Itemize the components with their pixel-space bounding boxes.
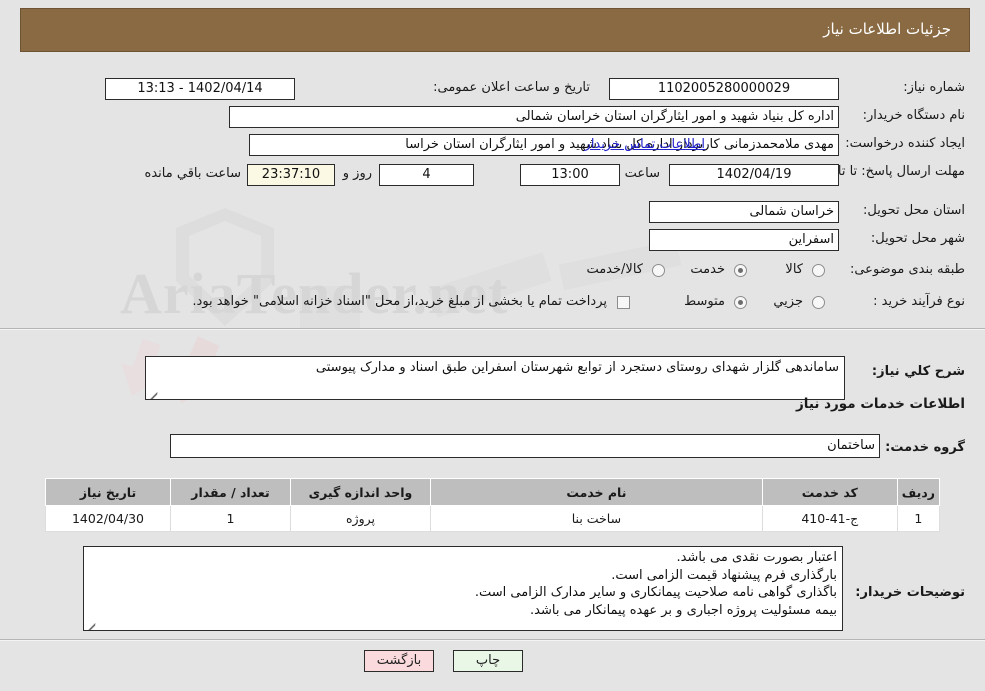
label-request-creator: ایجاد کننده درخواست: [845, 136, 965, 151]
section-divider-1 [0, 328, 985, 330]
services-table: ردیف کد خدمت نام خدمت واحد اندازه گیری ت… [45, 478, 941, 532]
table-row: 1 ج-41-410 ساخت بنا پروژه 1 1402/04/30 [45, 505, 941, 532]
label-delivery-province: استان محل تحویل: [863, 203, 965, 218]
page-title: جزئیات اطلاعات نیاز [823, 20, 951, 38]
label-delivery-city: شهر محل تحویل: [870, 231, 965, 246]
radio-category-khedmat-label: خدمت [690, 262, 725, 277]
label-buyer-org: نام دستگاه خریدار: [862, 108, 965, 123]
request-creator-value: مهدی ملامحمدزمانی کاربرداز اداره کل بنیا… [249, 134, 839, 156]
heading-required-services: اطلاعات خدمات مورد نیاز [795, 396, 965, 412]
resize-grip-icon[interactable] [86, 619, 96, 629]
th-need-date: تاریخ نیاز [45, 478, 171, 506]
cell-service-code: ج-41-410 [761, 505, 898, 532]
radio-process-motevaset[interactable] [734, 296, 747, 309]
buyer-contact-link[interactable]: اطلاعات تماس خریدار [585, 137, 705, 152]
cell-need-date: 1402/04/30 [45, 505, 171, 532]
resize-grip-icon[interactable] [148, 388, 158, 398]
deadline-date-value: 1402/04/19 [669, 164, 839, 186]
label-announce-datetime: تاریخ و ساعت اعلان عمومی: [433, 80, 590, 95]
checkbox-islamic-treasury-payment[interactable] [617, 296, 630, 309]
delivery-province-value: خراسان شمالی [649, 201, 839, 223]
table-header-row: ردیف کد خدمت نام خدمت واحد اندازه گیری ت… [45, 478, 941, 506]
cell-service-name: ساخت بنا [430, 505, 763, 532]
deadline-hour-value: 13:00 [520, 164, 620, 186]
need-number-value: 1102005280000029 [609, 78, 839, 100]
remaining-days-value: 4 [379, 164, 474, 186]
label-service-group: گروه خدمت: [885, 440, 965, 455]
th-service-code: کد خدمت [761, 478, 898, 506]
th-unit: واحد اندازه گیری [290, 478, 431, 506]
label-islamic-treasury-payment: پرداخت تمام یا بخشی از مبلغ خرید،از محل … [192, 294, 607, 309]
cell-quantity: 1 [170, 505, 291, 532]
label-response-deadline: مهلت ارسال پاسخ: تا تاریخ: [815, 164, 965, 179]
th-service-name: نام خدمت [430, 478, 763, 506]
label-buyer-notes: توضیحات خریدار: [855, 585, 965, 600]
buyer-note-line: اعتبار بصورت نقدی می باشد. [676, 550, 837, 565]
section-divider-2 [0, 639, 985, 641]
radio-process-jozei[interactable] [812, 296, 825, 309]
radio-process-motevaset-label: متوسط [684, 294, 725, 309]
buyer-note-line: باگذاری گواهی نامه صلاحیت پیمانکاری و سا… [474, 585, 837, 600]
radio-category-kala-khedmat[interactable] [652, 264, 665, 277]
cell-row-no: 1 [896, 505, 941, 532]
announce-datetime-value: 1402/04/14 - 13:13 [105, 78, 295, 100]
back-button[interactable]: بازگشت [364, 650, 434, 672]
th-row-no: ردیف [896, 478, 941, 506]
radio-category-khedmat[interactable] [734, 264, 747, 277]
countdown-timer-value: 23:37:10 [247, 164, 335, 186]
label-subject-category: طبقه بندی موضوعی: [849, 262, 965, 277]
label-hours-remaining: ساعت باقي مانده [144, 166, 241, 181]
radio-process-jozei-label: جزیي [773, 294, 803, 309]
window-title-bar: جزئیات اطلاعات نیاز [20, 8, 970, 52]
label-need-number: شماره نیاز: [903, 80, 965, 95]
cell-unit: پروژه [290, 505, 431, 532]
need-summary-textarea[interactable]: ساماندهی گلزار شهدای روستای دستجرد از تو… [145, 356, 845, 400]
label-need-summary: شرح کلي نیاز: [871, 364, 965, 379]
buyer-note-line: بارگذاری فرم پیشنهاد قیمت الزامی است. [611, 567, 837, 583]
radio-category-kala[interactable] [812, 264, 825, 277]
service-group-value: ساختمان [170, 434, 880, 458]
radio-category-kala-label: کالا [785, 262, 803, 277]
label-purchase-process-type: نوع فرآیند خرید : [873, 294, 965, 309]
delivery-city-value: اسفراین [649, 229, 839, 251]
label-hour: ساعت [624, 166, 660, 181]
need-summary-value: ساماندهی گلزار شهدای روستای دستجرد از تو… [315, 360, 839, 375]
print-button[interactable]: چاپ [453, 650, 523, 672]
label-days-and: روز و [342, 166, 372, 181]
page-root: AriaTender.net جزئیات اطلاعات نیاز شماره… [0, 0, 985, 691]
th-quantity: تعداد / مقدار [170, 478, 291, 506]
buyer-notes-textarea[interactable]: اعتبار بصورت نقدی می باشد. بارگذاری فرم … [83, 546, 843, 631]
radio-category-kala-khedmat-label: کالا/خدمت [586, 262, 643, 277]
buyer-note-line: بیمه مسئولیت پروژه اجباری و بر عهده پیما… [530, 602, 837, 618]
buyer-org-value: اداره کل بنیاد شهید و امور ایثارگران است… [229, 106, 839, 128]
